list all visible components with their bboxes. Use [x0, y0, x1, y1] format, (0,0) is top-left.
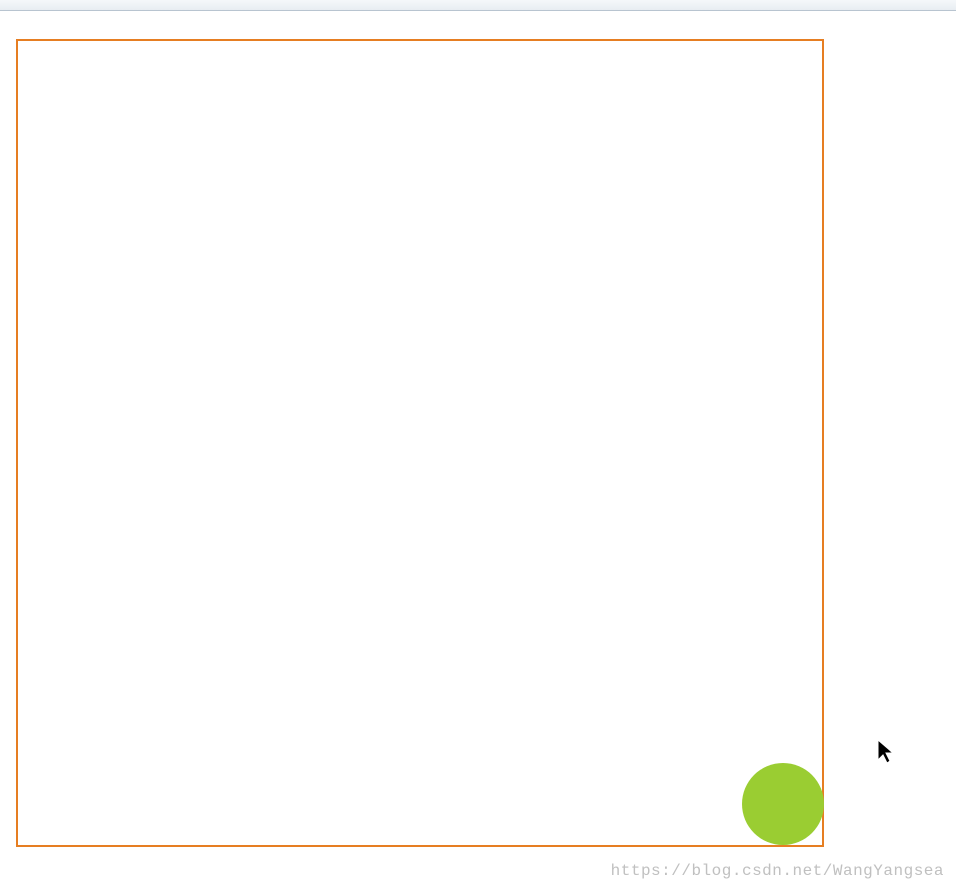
bookmark-apps[interactable]: 应用	[8, 0, 68, 2]
ball-element[interactable]	[742, 763, 824, 845]
bookmark-frontend-utils[interactable]: 实用前端功能	[464, 0, 596, 2]
bookmark-label: 综合资源	[260, 0, 332, 2]
bookmark-search-nav[interactable]: 搜索网址导航	[86, 0, 218, 2]
watermark-text: https://blog.csdn.net/WangYangsea	[611, 862, 944, 880]
bookmark-partial[interactable]: 前	[614, 0, 656, 2]
bookmark-bar: 应用 搜索网址导航 综合资源 疑难杂症 实用前端功能 前	[0, 0, 956, 11]
bookmark-label: 搜索网址导航	[110, 0, 218, 2]
bookmark-label: 疑难杂症	[374, 0, 446, 2]
bookmark-label: 前	[638, 0, 656, 2]
bookmark-label: 应用	[32, 0, 68, 2]
bookmark-label: 实用前端功能	[488, 0, 596, 2]
bookmark-troubleshoot[interactable]: 疑难杂症	[350, 0, 446, 2]
canvas-container[interactable]	[16, 39, 824, 847]
content-area	[0, 11, 956, 847]
bookmark-resources[interactable]: 综合资源	[236, 0, 332, 2]
